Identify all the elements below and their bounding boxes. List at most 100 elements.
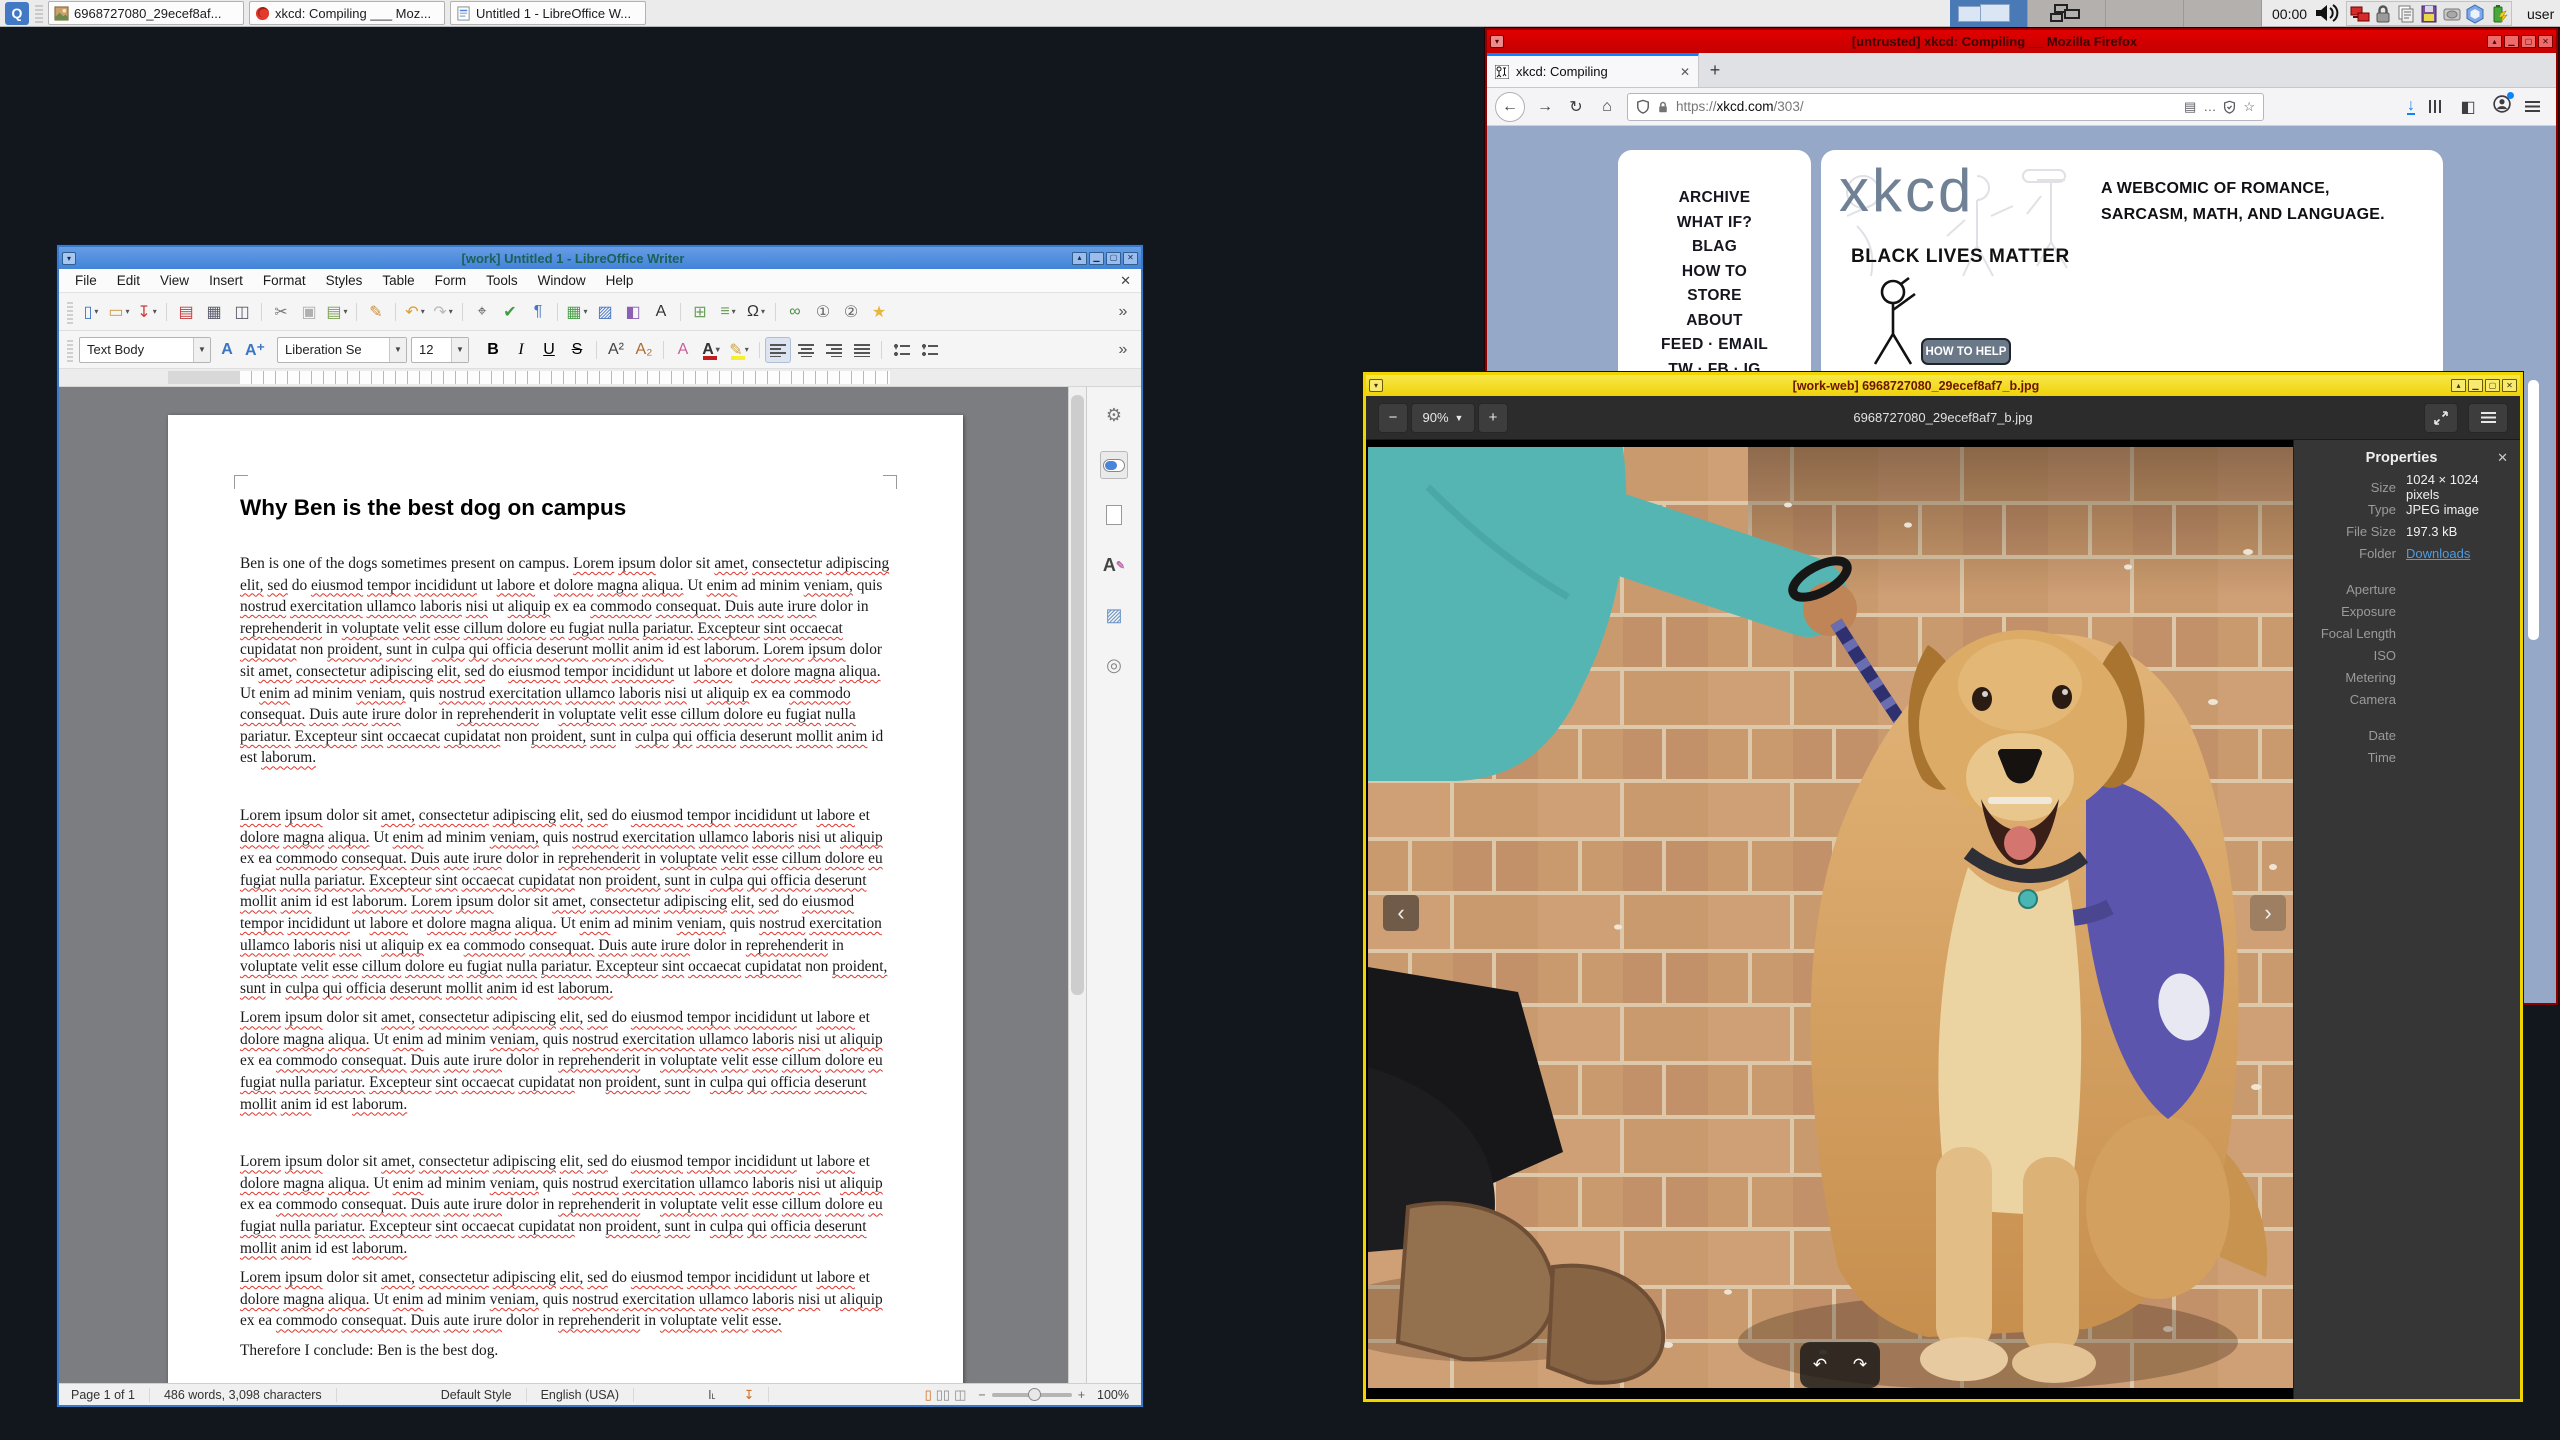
bookmark-star-icon[interactable]: ☆ <box>2243 99 2255 115</box>
text-language[interactable]: English (USA) <box>527 1387 635 1402</box>
workspace-1[interactable] <box>1950 0 2028 27</box>
paragraph-style-select[interactable]: Text Body ▼ <box>79 336 211 363</box>
special-character-button[interactable]: Ω <box>743 299 769 325</box>
zoom-slider[interactable] <box>991 1387 1072 1401</box>
panel-close-icon[interactable]: ✕ <box>2497 450 2508 466</box>
insert-hyperlink-button[interactable]: ∞ <box>775 299 808 325</box>
insert-chart-button[interactable]: ◧ <box>620 299 646 325</box>
sidebar-navigator-icon[interactable]: ◎ <box>1100 651 1128 679</box>
find-replace-button[interactable]: ⌖ <box>462 299 495 325</box>
window-menu-icon[interactable]: ▾ <box>62 251 76 265</box>
xkcd-link-archive[interactable]: ARCHIVE <box>1618 186 1811 211</box>
new-tab-button[interactable]: + <box>1699 53 1731 87</box>
insert-textbox-button[interactable]: A <box>648 299 674 325</box>
update-style-button[interactable]: A <box>214 337 240 363</box>
menu-form[interactable]: Form <box>425 273 477 288</box>
insert-endnote-button[interactable]: ② <box>838 299 864 325</box>
sidebar-gallery-icon[interactable]: ▨ <box>1100 601 1128 629</box>
tracking-shield-icon[interactable] <box>1636 99 1650 114</box>
page-break-button[interactable]: ⊞ <box>680 299 713 325</box>
rotate-right-button[interactable]: ↷ <box>1853 1355 1867 1375</box>
new-document-button[interactable]: ▯ <box>78 299 104 325</box>
url-text[interactable]: https://xkcd.com/303/ <box>1676 99 2177 114</box>
new-style-button[interactable]: A⁺ <box>242 337 268 363</box>
sidebars-icon[interactable]: ◧ <box>2457 97 2479 117</box>
clipboard-icon[interactable] <box>2395 3 2417 25</box>
zoom-level-select[interactable]: 90% ▼ <box>1411 402 1475 433</box>
rotate-left-button[interactable]: ↶ <box>1813 1355 1827 1375</box>
menu-window[interactable]: Window <box>528 273 596 288</box>
firefox-titlebar[interactable]: ▾ [untrusted] xkcd: Compiling __ Mozilla… <box>1487 30 2556 53</box>
removable-media-icon[interactable] <box>2418 3 2440 25</box>
previous-image-button[interactable]: ‹ <box>1383 895 1419 931</box>
taskbar-window-image-viewer[interactable]: 6968727080_29ecef8af... <box>48 1 244 25</box>
page-style[interactable]: Default Style <box>427 1387 527 1402</box>
taskbar-window-writer[interactable]: Untitled 1 - LibreOffice W... <box>450 1 646 25</box>
battery-icon[interactable] <box>2487 3 2509 25</box>
bullet-list-button[interactable] <box>881 337 914 363</box>
chevron-down-icon[interactable]: ▼ <box>193 337 210 362</box>
sidebar-properties-icon[interactable] <box>1100 451 1128 479</box>
highlight-color-button[interactable]: ✎ <box>726 337 752 363</box>
xkcd-logo[interactable]: xkcd <box>1839 156 1974 225</box>
spelling-button[interactable]: ✔ <box>497 299 523 325</box>
formatting-overflow-button[interactable]: » <box>1110 337 1136 363</box>
sidebar-styles-icon[interactable]: A ✎ <box>1100 551 1128 579</box>
print-button[interactable]: ▦ <box>201 299 227 325</box>
zoom-in-button[interactable]: + <box>1478 402 1508 433</box>
taskbar-window-firefox[interactable]: xkcd: Compiling ___ Moz... <box>249 1 445 25</box>
zoom-slider-thumb[interactable] <box>1027 1387 1041 1401</box>
print-preview-button[interactable]: ◫ <box>229 299 255 325</box>
italic-button[interactable]: I <box>508 337 534 363</box>
insert-field-button[interactable]: ≡ <box>715 299 741 325</box>
insert-bookmark-button[interactable]: ★ <box>866 299 892 325</box>
toolbar-grip[interactable] <box>67 299 73 324</box>
minimize-button[interactable]: ▁ <box>2504 35 2519 48</box>
volume-icon[interactable] <box>2314 2 2340 24</box>
shade-button[interactable]: ▴ <box>1072 251 1087 265</box>
menu-hamburger-icon[interactable] <box>2525 101 2540 112</box>
menu-tools[interactable]: Tools <box>476 273 528 288</box>
export-pdf-button[interactable]: ▤ <box>166 299 199 325</box>
bold-button[interactable]: B <box>480 337 506 363</box>
strikethrough-button[interactable]: S <box>564 337 590 363</box>
pocket-shield-icon[interactable] <box>2223 100 2236 114</box>
font-name-select[interactable]: Liberation Se ▼ <box>277 336 407 363</box>
chevron-down-icon[interactable]: ▼ <box>389 337 406 362</box>
xkcd-link-store[interactable]: STORE <box>1618 284 1811 309</box>
document-modified-icon[interactable]: ↧ <box>730 1387 770 1402</box>
undo-button[interactable]: ↶ <box>395 299 428 325</box>
minimize-button[interactable]: ▁ <box>2468 379 2483 392</box>
clone-formatting-button[interactable]: ✎ <box>356 299 389 325</box>
cut-button[interactable]: ✂ <box>261 299 294 325</box>
formatting-marks-button[interactable]: ¶ <box>525 299 551 325</box>
how-to-help-button[interactable]: HOW TO HELP <box>1921 338 2011 365</box>
redo-button[interactable]: ↷ <box>430 299 456 325</box>
user-label[interactable]: user <box>2527 0 2554 27</box>
xkcd-link-blag[interactable]: BLAG <box>1618 235 1811 260</box>
save-button[interactable]: ↧ <box>134 299 160 325</box>
app-menu-button[interactable]: Q <box>5 1 29 25</box>
maximize-button[interactable]: ▢ <box>2521 35 2536 48</box>
align-right-button[interactable] <box>821 337 847 363</box>
sidebar-settings-gear-icon[interactable]: ⚙ <box>1100 401 1128 429</box>
menu-table[interactable]: Table <box>372 273 424 288</box>
document-page[interactable]: Why Ben is the best dog on campus Ben is… <box>168 415 963 1383</box>
workspace-pager[interactable] <box>1950 0 2262 27</box>
xkcd-link-feed-email[interactable]: FEED · EMAIL <box>1618 333 1811 358</box>
disk-icon[interactable] <box>2441 3 2463 25</box>
menu-help[interactable]: Help <box>596 273 644 288</box>
scrollbar-thumb[interactable] <box>1071 395 1084 995</box>
open-file-button[interactable]: ▭ <box>106 299 132 325</box>
account-icon[interactable] <box>2493 92 2514 118</box>
qubes-domains-icon[interactable] <box>2464 3 2486 25</box>
numbered-list-button[interactable] <box>916 337 942 363</box>
workspace-2[interactable] <box>2028 0 2106 27</box>
forward-button[interactable]: → <box>1534 98 1556 116</box>
insertion-mode-icon[interactable]: I​˪ <box>694 1388 730 1402</box>
close-button[interactable]: ✕ <box>2538 35 2553 48</box>
horizontal-ruler[interactable] <box>59 369 1141 387</box>
font-size-select[interactable]: 12 ▼ <box>411 336 469 363</box>
url-bar[interactable]: https://xkcd.com/303/ ▤ … ☆ <box>1627 92 2264 121</box>
page-count[interactable]: Page 1 of 1 <box>71 1387 150 1402</box>
